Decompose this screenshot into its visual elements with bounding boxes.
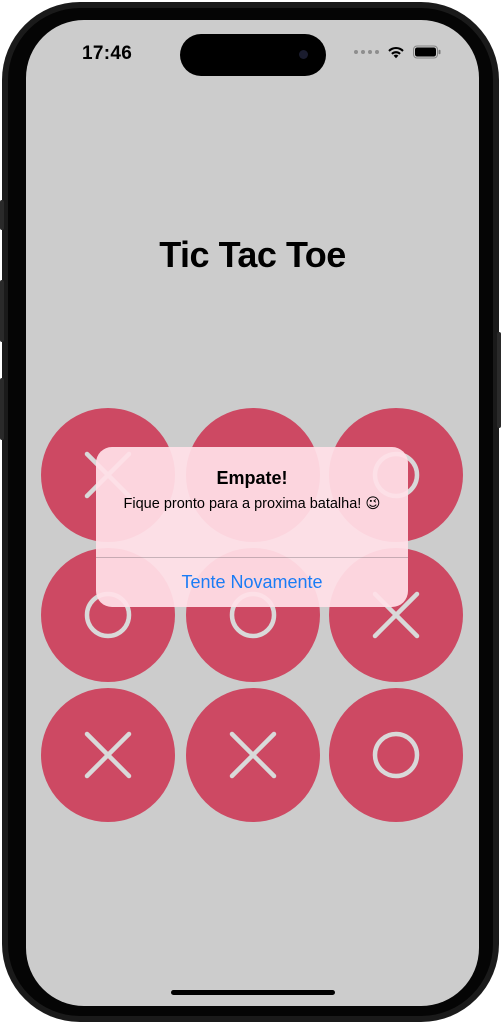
o-mark-icon [372, 731, 420, 779]
draw-alert-dialog: Empate! Fique pronto para a proxima bata… [96, 447, 408, 607]
game-title: Tic Tac Toe [159, 234, 346, 275]
home-indicator[interactable] [171, 990, 335, 995]
volume-down-button [0, 378, 4, 440]
x-mark-icon [229, 731, 277, 779]
action-button [0, 200, 4, 230]
power-button [497, 332, 501, 428]
dynamic-island [180, 34, 326, 76]
wifi-icon [388, 46, 404, 59]
app-screen: 17:46 Tic Tac Toe Empate! Fique pronto p… [26, 20, 479, 1006]
phone-frame: 17:46 Tic Tac Toe Empate! Fique pronto p… [0, 2, 501, 1022]
alert-title: Empate! [216, 468, 288, 488]
status-icons [354, 45, 441, 59]
board-cell-9[interactable] [329, 688, 463, 822]
x-mark-icon [84, 731, 132, 779]
front-camera [299, 50, 308, 59]
try-again-button[interactable]: Tente Novamente [96, 558, 408, 607]
alert-message: Fique pronto para a proxima batalha! 😉 [123, 496, 381, 512]
board-cell-7[interactable] [41, 688, 175, 822]
status-time: 17:46 [82, 43, 133, 64]
board-cell-8[interactable] [186, 688, 320, 822]
cellular-dots-icon [354, 50, 379, 54]
volume-up-button [0, 280, 4, 342]
battery-icon [413, 45, 441, 59]
